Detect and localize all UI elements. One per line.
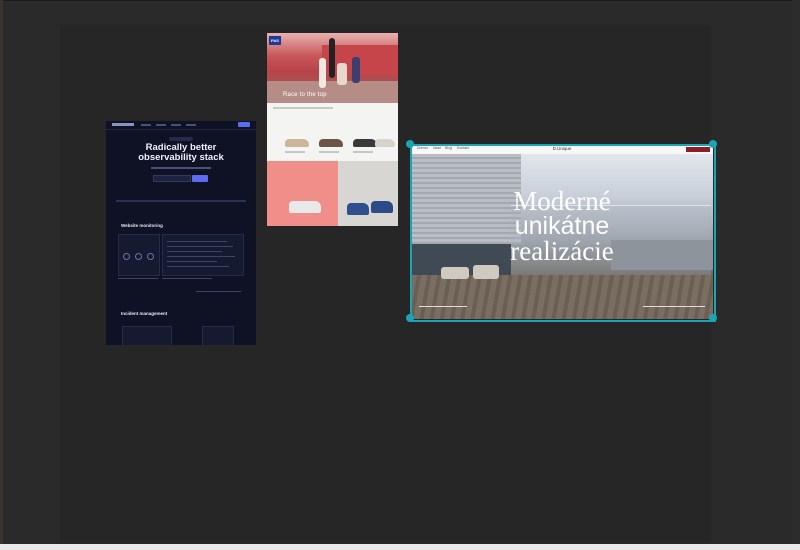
incident-card <box>122 326 172 345</box>
model-figure <box>319 58 326 88</box>
nav-cta <box>686 147 710 152</box>
resize-handle-top-right[interactable] <box>709 140 717 148</box>
outdoor-stool <box>441 267 469 279</box>
shoe-product <box>319 139 343 147</box>
status-dot-icon <box>123 253 130 260</box>
nav-cta <box>238 122 250 127</box>
nav-link <box>141 124 151 126</box>
wooden-deck <box>411 275 713 319</box>
footer-text-left <box>419 306 467 307</box>
section-title-incident: Incident management <box>121 311 168 316</box>
brand-name: D.Unique <box>552 146 572 151</box>
nav-link <box>156 124 166 126</box>
log-line <box>167 251 222 252</box>
logo-ribbon <box>116 200 246 202</box>
artboard-nav <box>106 121 256 130</box>
hero-tagline: Race to the top <box>283 92 327 98</box>
section-title-monitoring: Website monitoring <box>121 223 163 228</box>
nav-link <box>186 124 196 126</box>
hero-line-2: observability stack <box>138 152 224 163</box>
model-figure <box>352 57 360 83</box>
resize-handle-top-left[interactable] <box>406 140 414 148</box>
shoe-product <box>375 139 395 147</box>
status-dot-icon <box>147 253 154 260</box>
email-input <box>153 175 191 182</box>
brand-badge: PAS <box>269 36 281 45</box>
signup-button <box>192 175 208 182</box>
monitor-card <box>118 234 160 276</box>
hero-subtext <box>151 167 211 169</box>
background-strip-right <box>792 0 800 550</box>
shoe-product <box>353 139 377 147</box>
artboard-architecture[interactable]: Domov Nase Blog Kontakt D.Unique Moderné… <box>411 145 713 319</box>
artboard-sneakers[interactable]: PAS Race to the top <box>267 33 398 226</box>
text-line <box>162 278 212 279</box>
incident-card <box>202 326 234 345</box>
background-strip-bottom <box>0 544 800 550</box>
outdoor-stool <box>473 265 499 279</box>
log-card <box>162 234 244 276</box>
status-dot-icon <box>135 253 142 260</box>
logo-icon <box>112 123 134 126</box>
hero-headline: Moderné unikátne realizácie <box>471 186 653 266</box>
log-line <box>167 266 229 267</box>
log-line <box>167 246 233 247</box>
headline-line-3: realizácie <box>510 236 614 266</box>
product-label <box>353 151 373 153</box>
log-line <box>167 261 217 262</box>
shoe-product <box>285 139 309 147</box>
filter-bar <box>273 107 333 109</box>
artboard-observability[interactable]: Radically better observability stack Web… <box>106 121 256 345</box>
shoe-product <box>347 203 369 215</box>
model-figure <box>329 38 335 78</box>
hero-heading: Radically better observability stack <box>106 143 256 163</box>
product-label <box>319 151 339 153</box>
log-line <box>167 256 235 257</box>
footer-text-right <box>643 306 705 307</box>
announcement-pill <box>169 137 193 141</box>
shoe-product <box>371 201 393 213</box>
headline-line-1: Moderné <box>513 186 611 216</box>
artboard-nav: Domov Nase Blog Kontakt D.Unique <box>411 145 713 154</box>
shoe-product <box>289 201 321 213</box>
lifestyle-tile <box>267 161 338 226</box>
resize-handle-bottom-left[interactable] <box>406 314 414 322</box>
model-figure <box>337 63 347 85</box>
nav-link <box>171 124 181 126</box>
log-line <box>167 241 227 242</box>
text-line <box>118 278 158 279</box>
product-label <box>285 151 305 153</box>
text-line <box>196 291 241 292</box>
resize-handle-bottom-right[interactable] <box>709 314 717 322</box>
lifestyle-tile <box>338 161 398 226</box>
